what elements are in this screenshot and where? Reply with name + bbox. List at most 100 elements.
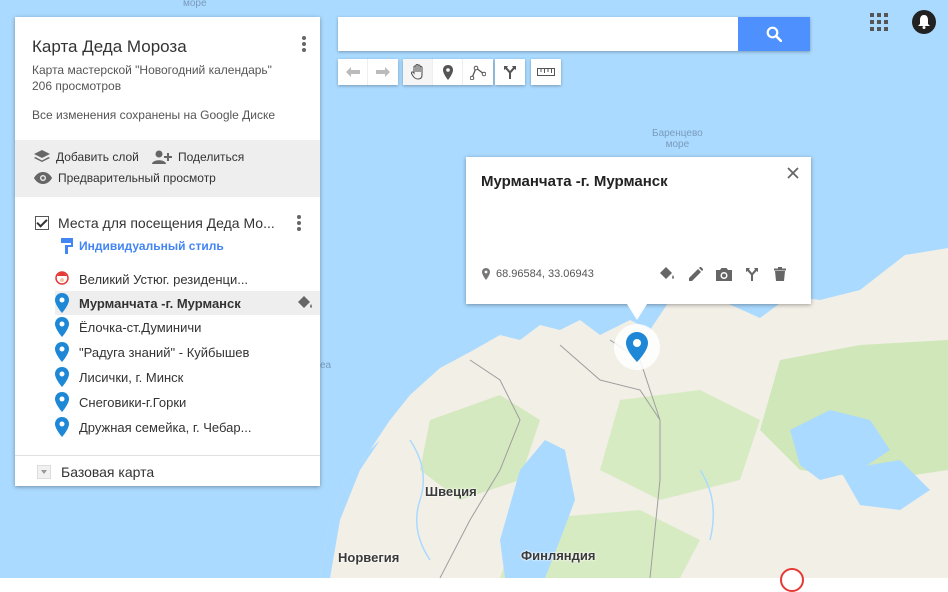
- measure-button[interactable]: [531, 59, 561, 85]
- camera-icon: [716, 268, 732, 281]
- map-options-menu[interactable]: [300, 34, 308, 54]
- undo-icon: [345, 67, 360, 77]
- basemap-toggle[interactable]: Базовая карта: [15, 455, 320, 487]
- map-label-sweden: Швеция: [425, 484, 477, 499]
- search-box: [338, 17, 810, 51]
- share-label: Поделиться: [178, 150, 245, 164]
- individual-style-label: Индивидуальный стиль: [79, 239, 224, 253]
- search-icon: [766, 26, 782, 42]
- add-person-icon: [152, 150, 172, 164]
- blue-pin-icon: [55, 417, 69, 437]
- redo-icon: [376, 67, 390, 77]
- layer-header: Места для посещения Деда Мо...: [35, 213, 305, 233]
- map-title[interactable]: Карта Деда Мороза: [32, 37, 187, 57]
- info-title[interactable]: Мурманчата -г. Мурманск: [481, 173, 668, 190]
- search-input[interactable]: [338, 17, 730, 51]
- paint-bucket-icon: [660, 267, 674, 279]
- close-icon: [787, 167, 799, 179]
- undo-button[interactable]: [338, 59, 368, 85]
- place-label: Мурманчата -г. Мурманск: [79, 295, 241, 311]
- preview-label: Предварительный просмотр: [58, 171, 216, 185]
- map-label-finland: Финляндия: [521, 548, 596, 563]
- directions-group: [495, 59, 525, 85]
- place-info-window: Мурманчата -г. Мурманск 68.96584, 33.069…: [466, 157, 811, 320]
- blue-pin-icon: [55, 392, 69, 412]
- panel-actions: Добавить слой Поделиться Предварительный…: [15, 140, 320, 197]
- notifications-bell-icon[interactable]: [912, 10, 936, 34]
- map-label-sea-left: еа: [320, 360, 332, 371]
- undo-redo-group: [338, 59, 398, 85]
- draw-line-icon: [470, 65, 486, 80]
- marker-icon: [442, 64, 453, 80]
- apps-grid-icon[interactable]: [870, 13, 888, 31]
- add-layer-label: Добавить слой: [56, 150, 139, 164]
- map-label-barents-sea: Баренцево море: [652, 128, 703, 150]
- blue-pin-icon: [55, 317, 69, 337]
- layers-icon: [34, 150, 50, 162]
- close-button[interactable]: [785, 165, 801, 181]
- bell-icon: [918, 15, 930, 29]
- list-item-place-selected[interactable]: Мурманчата -г. Мурманск: [55, 291, 320, 315]
- coordinates-text: 68.96584, 33.06943: [496, 268, 594, 280]
- pencil-icon: [689, 267, 703, 281]
- save-status: Все изменения сохранены на Google Диске: [32, 108, 276, 122]
- ruler-icon: [537, 68, 555, 76]
- add-directions-button[interactable]: [495, 59, 525, 85]
- list-item-place[interactable]: Снеговики-г.Горки: [55, 390, 305, 414]
- trash-icon: [774, 267, 786, 281]
- place-label: Великий Устюг. резиденци...: [79, 271, 249, 287]
- share-button[interactable]: Поделиться: [152, 150, 244, 164]
- blue-pin-icon: [55, 342, 69, 362]
- hand-icon: [410, 64, 423, 80]
- delete-button[interactable]: [771, 265, 789, 283]
- redo-button[interactable]: [368, 59, 398, 85]
- blue-pin-icon: [55, 293, 69, 313]
- list-item-place[interactable]: Лисички, г. Минск: [55, 365, 305, 389]
- layer-name[interactable]: Места для посещения Деда Мо...: [58, 215, 275, 231]
- directions-button[interactable]: [743, 265, 761, 283]
- paint-bucket-icon[interactable]: [298, 296, 314, 310]
- info-tools: [659, 265, 789, 283]
- map-label-norway: Норвегия: [338, 550, 400, 565]
- layer-options-menu[interactable]: [295, 213, 303, 233]
- place-label: Ёлочка-ст.Думиничи: [79, 319, 202, 335]
- style-button[interactable]: [659, 265, 677, 283]
- individual-style-link[interactable]: Индивидуальный стиль: [61, 238, 224, 254]
- directions-icon: [746, 268, 758, 281]
- info-coordinates: 68.96584, 33.06943: [482, 268, 594, 280]
- hand-tool-button[interactable]: [403, 59, 433, 85]
- blue-pin-icon: [55, 367, 69, 387]
- place-label: "Радуга знаний" - Куйбышев: [79, 344, 250, 360]
- search-button[interactable]: [738, 17, 810, 51]
- map-views-count: 206 просмотров: [32, 79, 122, 93]
- add-marker-button[interactable]: [433, 59, 463, 85]
- list-item-place[interactable]: Дружная семейка, г. Чебар...: [55, 415, 305, 439]
- preview-button[interactable]: Предварительный просмотр: [34, 171, 216, 185]
- layer-visibility-checkbox[interactable]: [35, 216, 49, 230]
- list-item-place[interactable]: Ёлочка-ст.Думиничи: [55, 315, 305, 339]
- add-photo-button[interactable]: [715, 265, 733, 283]
- eye-icon: [34, 172, 52, 184]
- add-layer-button[interactable]: Добавить слой: [34, 150, 139, 164]
- place-label: Лисички, г. Минск: [79, 369, 184, 385]
- list-item-place[interactable]: Великий Устюг. резиденци...: [55, 267, 305, 291]
- place-label: Дружная семейка, г. Чебар...: [79, 419, 252, 435]
- directions-icon: [504, 66, 516, 79]
- santa-icon: [55, 271, 69, 285]
- edit-button[interactable]: [687, 265, 705, 283]
- selected-marker[interactable]: [614, 324, 660, 370]
- blue-pin-icon: [626, 332, 648, 362]
- map-description[interactable]: Карта мастерской "Новогодний календарь": [32, 63, 272, 78]
- paint-roller-icon: [61, 238, 73, 254]
- place-label: Снеговики-г.Горки: [79, 394, 187, 410]
- location-pin-icon: [482, 268, 490, 280]
- map-panel: Карта Деда Мороза Карта мастерской "Ново…: [15, 17, 320, 486]
- measure-group: [531, 59, 561, 85]
- basemap-label: Базовая карта: [61, 463, 155, 480]
- marker-partial[interactable]: [780, 568, 804, 592]
- draw-line-button[interactable]: [463, 59, 493, 85]
- chevron-down-icon: [37, 464, 51, 479]
- drawing-tools-group: [403, 59, 493, 85]
- list-item-place[interactable]: "Радуга знаний" - Куйбышев: [55, 340, 305, 364]
- map-label-sea: море: [183, 0, 207, 9]
